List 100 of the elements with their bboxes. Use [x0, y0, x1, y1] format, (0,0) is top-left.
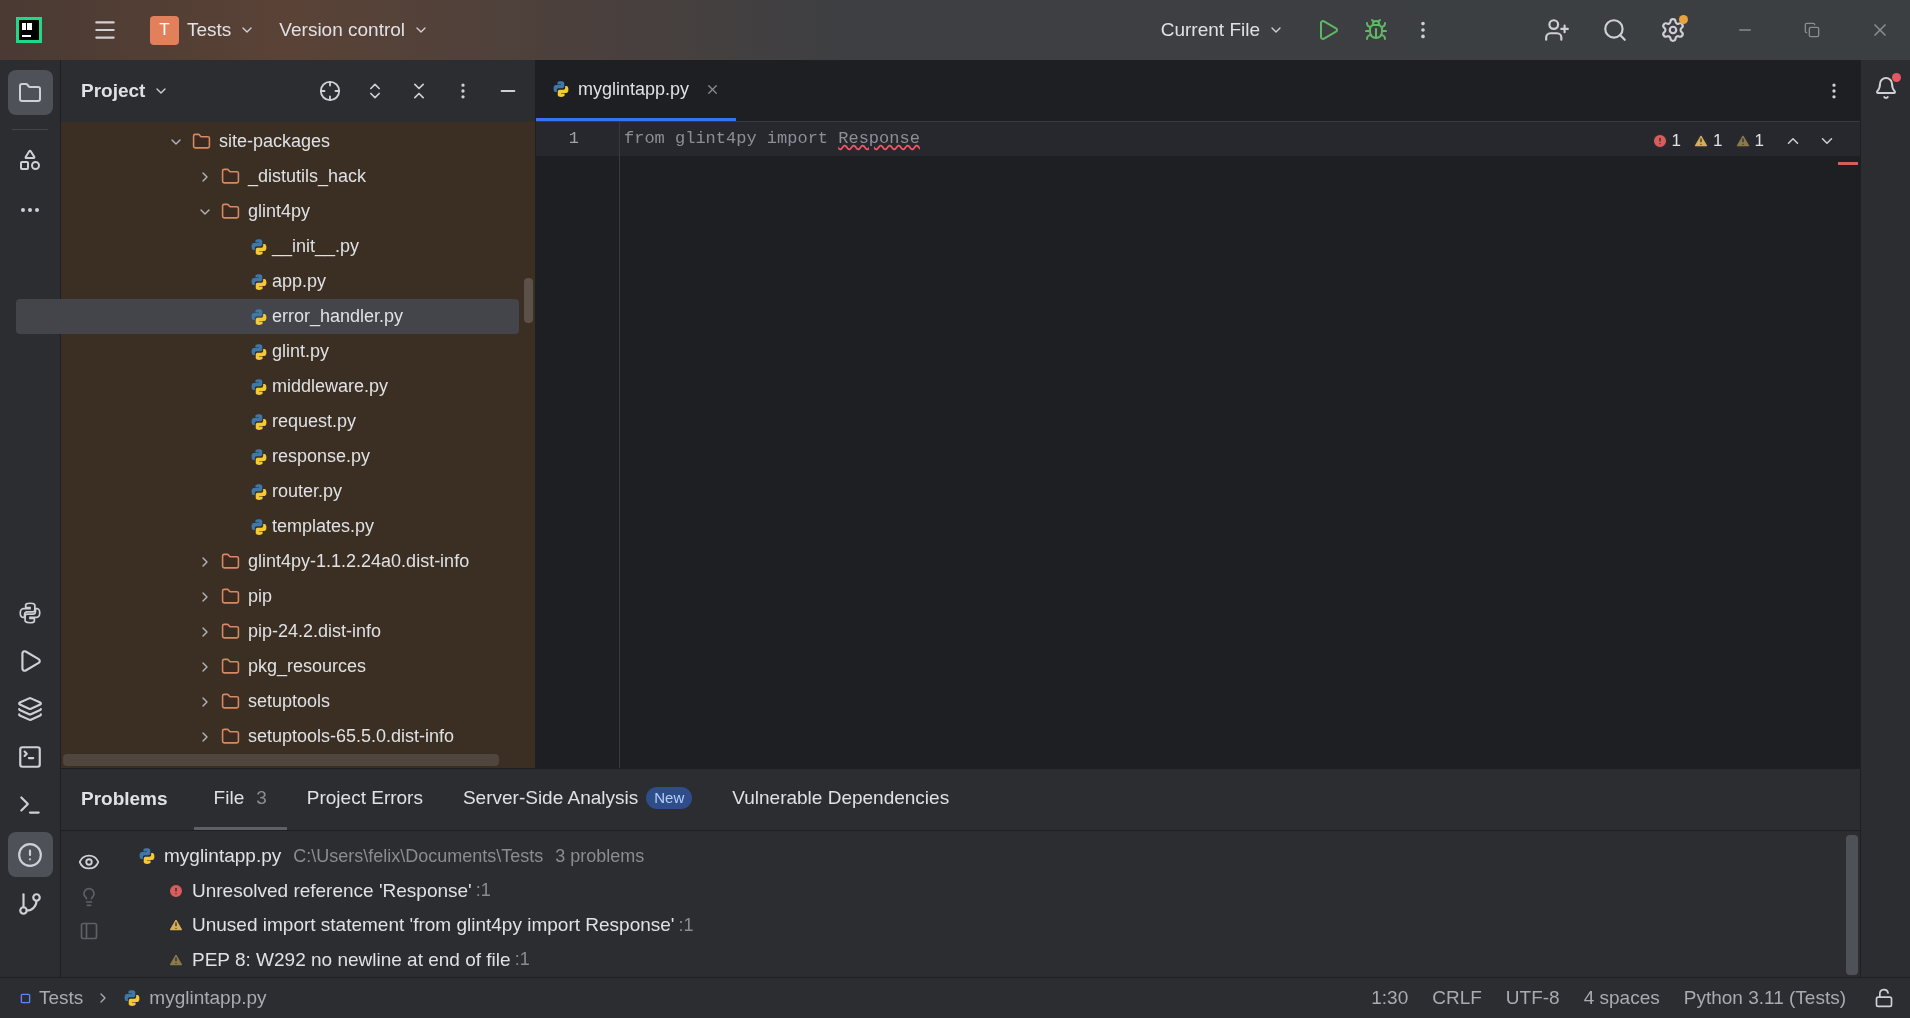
locate-icon[interactable]: [319, 80, 341, 102]
python-icon: [250, 517, 268, 536]
python-icon: [250, 237, 268, 256]
problems-tab[interactable]: File 3: [193, 769, 287, 830]
tree-item-label: pip-24.2.dist-info: [248, 620, 382, 643]
lock-icon[interactable]: [1874, 988, 1894, 1008]
status-item[interactable]: UTF-8: [1505, 983, 1560, 1013]
add-user-icon[interactable]: [1544, 17, 1570, 43]
tree-item-label: site-packages: [219, 130, 331, 153]
status-item[interactable]: 4 spaces: [1583, 983, 1660, 1013]
python-icon: [250, 377, 268, 396]
python-icon: [552, 80, 570, 98]
layers-icon[interactable]: [17, 696, 43, 722]
vcs-menu[interactable]: Version control: [279, 15, 430, 45]
folder-icon: [221, 587, 240, 606]
folder-icon: [221, 202, 240, 221]
tree-item[interactable]: app.py: [16, 264, 519, 299]
tree-item[interactable]: __init__.py: [16, 229, 519, 264]
vertical-scrollbar[interactable]: [1846, 835, 1858, 975]
horizontal-scrollbar[interactable]: [63, 754, 499, 766]
problems-tab[interactable]: Server-Side Analysis New: [442, 769, 713, 830]
module-icon: [20, 992, 31, 1004]
tree-item-label: __init__.py: [272, 235, 360, 259]
debug-icon[interactable]: [1364, 18, 1388, 42]
tree-item-label: setuptools: [248, 690, 331, 713]
problem-row[interactable]: Unused import statement 'from glint4py import Response' :1: [138, 908, 1846, 943]
problem-text: PEP 8: W292 no newline at end of file: [192, 947, 511, 972]
problem-location: :1: [514, 948, 530, 972]
tree-item-label: router.py: [272, 480, 343, 503]
breadcrumb[interactable]: Tests: [20, 983, 84, 1013]
app-logo-icon[interactable]: [16, 17, 42, 43]
tab-label: Project Errors: [306, 785, 423, 810]
tree-item-label: pkg_resources: [248, 655, 367, 679]
folder-icon: [192, 132, 211, 151]
breadcrumb[interactable]: myglintapp.py: [123, 983, 267, 1013]
tree-item-label: glint4py-1.1.2.24a0.dist-info: [248, 550, 470, 573]
status-item[interactable]: CRLF: [1432, 983, 1482, 1013]
structure-icon[interactable]: [18, 148, 42, 172]
status-item[interactable]: 1:30: [1371, 983, 1409, 1013]
tree-item[interactable]: glint.py: [16, 334, 519, 369]
tree-item-label: middleware.py: [272, 375, 389, 398]
problem-row[interactable]: Unresolved reference 'Response' :1: [138, 873, 1846, 908]
tree-item-label: response.py: [272, 445, 371, 468]
tree-item-label: _distutils_hack: [248, 165, 367, 189]
python-icon: [250, 272, 268, 291]
python-icon: [123, 989, 142, 1007]
project-switcher[interactable]: T Tests: [142, 11, 264, 49]
tree-item[interactable]: error_handler.py: [16, 299, 519, 334]
folder-icon: [221, 727, 240, 746]
tree-item[interactable]: pip: [16, 579, 519, 614]
problem-text: Unused import statement 'from glint4py import Response': [192, 913, 675, 937]
git-branch-icon[interactable]: [17, 891, 43, 917]
restore-icon[interactable]: [1804, 22, 1820, 38]
problem-row[interactable]: PEP 8: W292 no newline at end of file :1: [138, 942, 1846, 977]
tree-item[interactable]: glint4py: [16, 194, 519, 229]
project-tool-icon[interactable]: [7, 70, 53, 115]
tree-item[interactable]: middleware.py: [16, 369, 519, 404]
tab-label: Server-Side Analysis: [462, 785, 639, 810]
tree-item[interactable]: pkg_resources: [16, 649, 519, 684]
inspection-count[interactable]: 1: [1651, 128, 1682, 154]
tree-item[interactable]: site-packages: [16, 124, 519, 159]
python-icon: [250, 412, 268, 431]
status-item[interactable]: Python 3.11 (Tests): [1683, 983, 1846, 1013]
tree-item[interactable]: router.py: [16, 474, 519, 509]
problems-tool-icon[interactable]: [7, 832, 53, 877]
problem-location: :1: [475, 879, 491, 903]
inspection-count[interactable]: 1: [1693, 128, 1723, 154]
python-console-icon[interactable]: [17, 600, 43, 626]
python-icon: [250, 447, 268, 466]
panel-title[interactable]: Project: [81, 76, 170, 106]
folder-icon: [221, 167, 240, 186]
vertical-scrollbar[interactable]: [524, 278, 533, 323]
run-configuration[interactable]: Current File: [1160, 15, 1284, 45]
tree-item-label: glint4py: [248, 200, 311, 223]
inspection-count[interactable]: 1: [1734, 128, 1764, 154]
tree-item[interactable]: setuptools-65.5.0.dist-info: [16, 719, 519, 754]
tree-item[interactable]: glint4py-1.1.2.24a0.dist-info: [16, 544, 519, 579]
settings-icon[interactable]: [1660, 17, 1686, 43]
search-icon[interactable]: [1602, 17, 1628, 43]
project-avatar: T: [150, 15, 179, 45]
folder-icon: [221, 692, 240, 711]
notifications-icon[interactable]: [1873, 76, 1898, 100]
line-number: 1: [536, 122, 619, 156]
tree-item-label: error_handler.py: [272, 305, 404, 329]
problems-tab[interactable]: Vulnerable Dependencies: [712, 769, 970, 830]
panel-title: Problems: [81, 787, 168, 812]
tree-item[interactable]: request.py: [16, 404, 519, 439]
problems-tab[interactable]: Project Errors: [286, 769, 443, 830]
file-name[interactable]: myglintapp.py: [164, 842, 282, 871]
tree-item-label: pip: [248, 585, 273, 608]
services-icon[interactable]: [17, 744, 43, 770]
tree-item[interactable]: pip-24.2.dist-info: [16, 614, 519, 649]
tree-item-label: glint.py: [272, 340, 330, 363]
tab-count: 3: [256, 785, 267, 810]
python-icon: [250, 482, 268, 501]
new-badge: New: [646, 786, 693, 810]
tree-item[interactable]: templates.py: [16, 509, 519, 544]
tree-item[interactable]: setuptools: [16, 684, 519, 719]
tree-item[interactable]: _distutils_hack: [16, 159, 519, 194]
tree-item[interactable]: response.py: [16, 439, 519, 474]
